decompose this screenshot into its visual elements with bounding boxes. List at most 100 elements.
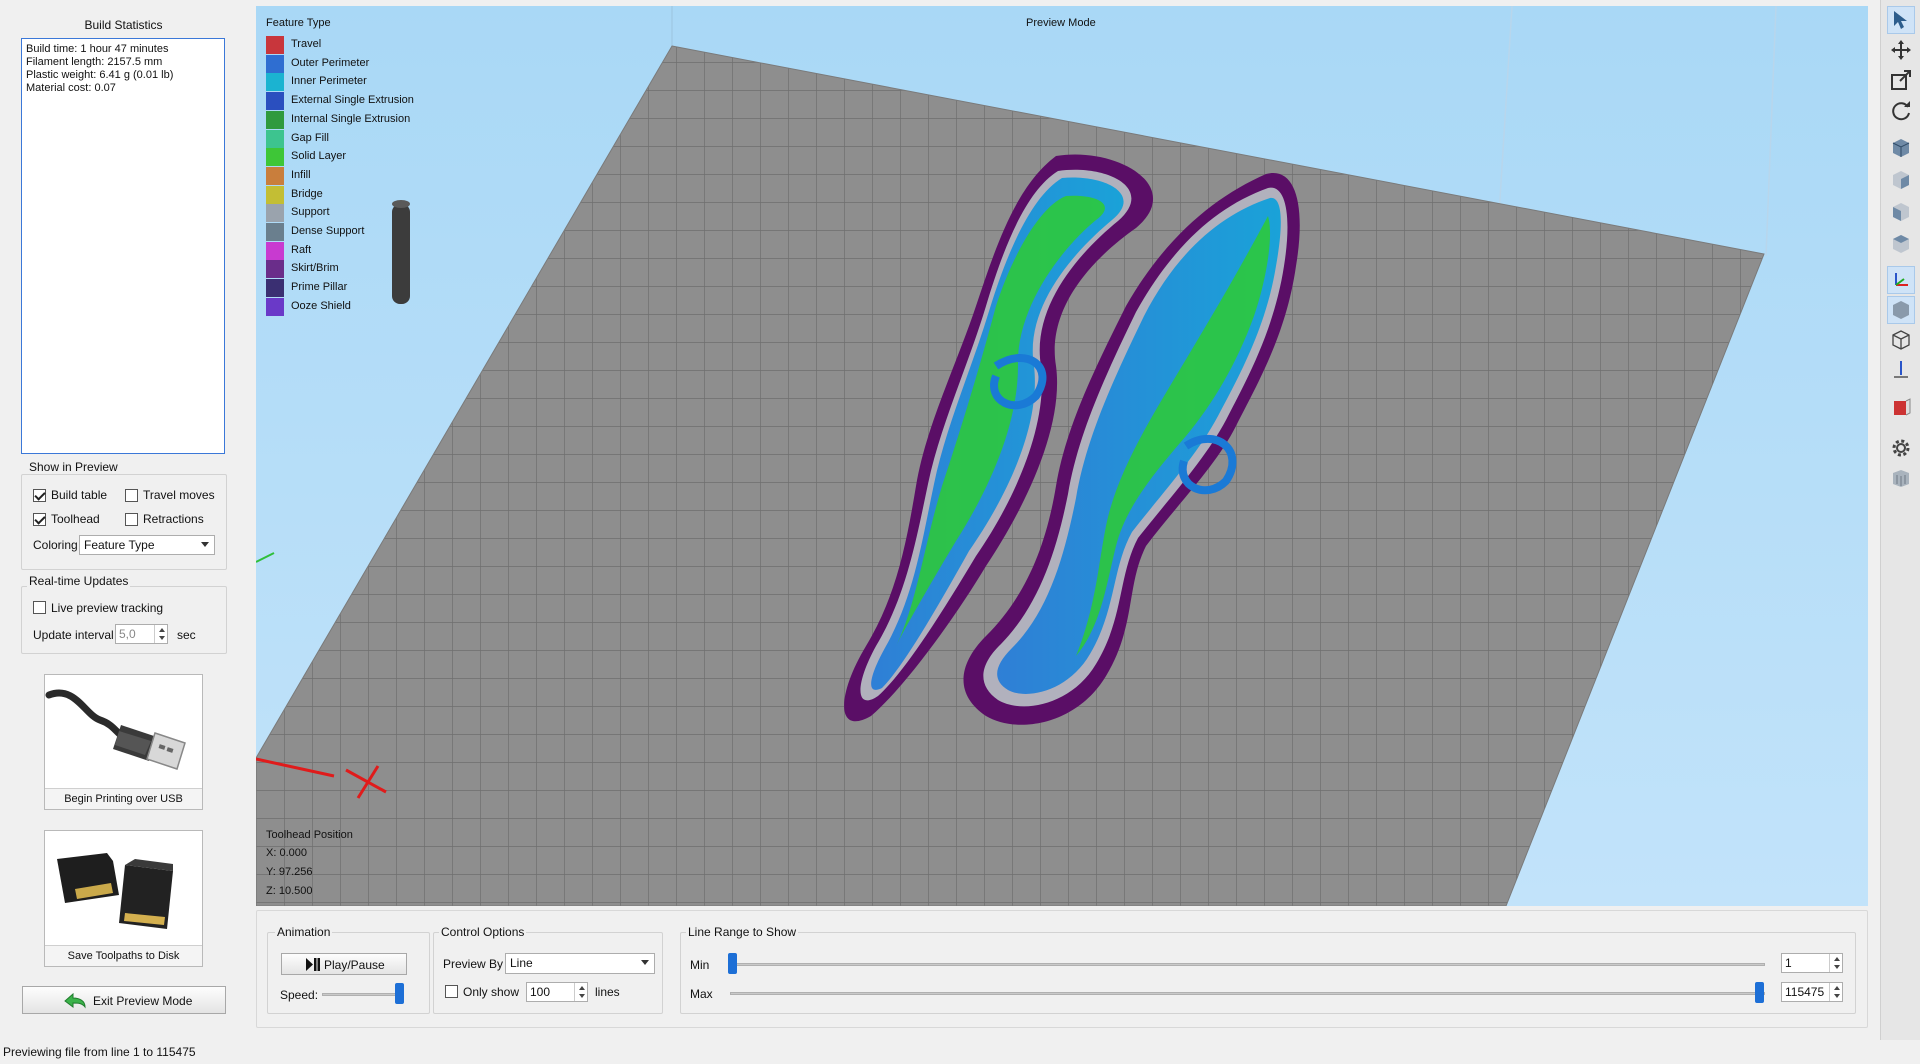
- select-cursor-icon[interactable]: [1887, 6, 1915, 34]
- legend-swatch: [266, 129, 284, 148]
- min-spinbox[interactable]: 1: [1781, 953, 1843, 973]
- max-slider[interactable]: [730, 992, 1765, 995]
- solid-view-icon[interactable]: [1887, 296, 1915, 324]
- update-interval-label: Update interval: [33, 628, 114, 642]
- live-preview-tracking-label: Live preview tracking: [51, 601, 164, 615]
- view-top-icon[interactable]: [1887, 230, 1915, 258]
- legend-swatch: [266, 148, 284, 167]
- legend-label: Bridge: [291, 187, 323, 200]
- spin-down-icon[interactable]: [1834, 994, 1840, 998]
- update-interval-unit: sec: [177, 628, 196, 642]
- coloring-select[interactable]: Feature Type: [79, 535, 215, 555]
- begin-printing-usb-button[interactable]: Begin Printing over USB: [44, 674, 203, 810]
- legend-label: Prime Pillar: [291, 281, 348, 294]
- update-interval-spinbox[interactable]: 5,0: [115, 624, 168, 644]
- z-axis-icon[interactable]: [1887, 356, 1915, 384]
- legend-label: Infill: [291, 168, 311, 181]
- 3d-viewport[interactable]: Preview Mode Feature Type Travel Outer Pe…: [256, 6, 1868, 906]
- legend-swatch: [266, 166, 284, 185]
- legend-swatch: [266, 54, 284, 73]
- min-value: 1: [1785, 956, 1792, 970]
- travel-moves-checkbox[interactable]: [125, 489, 138, 502]
- legend-title: Feature Type: [266, 17, 331, 29]
- min-slider[interactable]: [730, 963, 1765, 966]
- toolhead-z: Z: 10.500: [266, 885, 313, 897]
- scale-icon[interactable]: [1887, 66, 1915, 94]
- spin-up-icon[interactable]: [1834, 957, 1840, 961]
- exit-preview-mode-label: Exit Preview Mode: [93, 994, 193, 1008]
- preview-mode-title: Preview Mode: [1026, 17, 1096, 29]
- spin-up-icon[interactable]: [579, 986, 585, 990]
- legend-label: Ooze Shield: [291, 299, 351, 312]
- legend-swatch: [266, 73, 284, 92]
- save-toolpaths-button[interactable]: Save Toolpaths to Disk: [44, 830, 203, 967]
- legend-swatch: [266, 92, 284, 111]
- spin-up-icon[interactable]: [1834, 986, 1840, 990]
- legend-label: Travel: [291, 38, 322, 50]
- toolhead-label: Toolhead: [51, 512, 100, 526]
- speed-slider-handle[interactable]: [395, 983, 404, 1004]
- max-label: Max: [690, 987, 713, 1001]
- legend-label: Skirt/Brim: [291, 262, 339, 275]
- play-pause-button[interactable]: Play/Pause: [281, 953, 407, 975]
- build-plate-scene: [256, 6, 1777, 906]
- view-side-icon[interactable]: [1887, 198, 1915, 226]
- view-front-icon[interactable]: [1887, 166, 1915, 194]
- animation-title: Animation: [275, 925, 333, 939]
- spin-up-icon[interactable]: [159, 628, 165, 632]
- exit-preview-mode-button[interactable]: Exit Preview Mode: [22, 986, 226, 1014]
- min-slider-handle[interactable]: [728, 953, 737, 974]
- legend-label: Gap Fill: [291, 131, 329, 144]
- speed-slider[interactable]: [322, 993, 402, 996]
- retractions-label: Retractions: [143, 512, 204, 526]
- spin-down-icon[interactable]: [579, 994, 585, 998]
- build-table-checkbox[interactable]: [33, 489, 46, 502]
- only-show-checkbox[interactable]: [445, 985, 458, 998]
- legend-swatch: [266, 260, 284, 279]
- legend-label: External Single Extrusion: [291, 94, 414, 107]
- wireframe-view-icon[interactable]: [1887, 326, 1915, 354]
- build-plate-icon[interactable]: [1887, 464, 1915, 492]
- legend-swatch: [266, 204, 284, 223]
- legend-label: Raft: [291, 243, 312, 256]
- save-toolpaths-label: Save Toolpaths to Disk: [45, 945, 202, 966]
- stat-filament-length: Filament length: 2157.5 mm: [26, 56, 163, 68]
- usb-cable-icon: [45, 689, 186, 770]
- coloring-select-value: Feature Type: [84, 538, 155, 552]
- toolhead-x: X: 0.000: [266, 847, 307, 859]
- status-bar: Previewing file from line 1 to 115475: [3, 1045, 196, 1059]
- legend-label: Inner Perimeter: [291, 75, 367, 88]
- only-show-spinbox[interactable]: 100: [526, 982, 588, 1002]
- legend-swatch: [266, 297, 284, 316]
- travel-moves-label: Travel moves: [143, 488, 215, 502]
- toolhead-checkbox[interactable]: [33, 513, 46, 526]
- chevron-down-icon: [201, 542, 209, 547]
- only-show-label: Only show: [463, 985, 520, 999]
- max-slider-handle[interactable]: [1755, 982, 1764, 1003]
- max-spinbox[interactable]: 115475: [1781, 982, 1843, 1002]
- legend-swatch: [266, 185, 284, 204]
- spin-down-icon[interactable]: [1834, 965, 1840, 969]
- stat-plastic-weight: Plastic weight: 6.41 g (0.01 lb): [26, 69, 174, 81]
- retractions-checkbox[interactable]: [125, 513, 138, 526]
- coloring-label: Coloring: [33, 538, 78, 552]
- legend-swatch: [266, 110, 284, 129]
- show-in-preview-title: Show in Preview: [27, 460, 120, 474]
- axes-icon[interactable]: [1887, 266, 1915, 294]
- stat-build-time: Build time: 1 hour 47 minutes: [26, 43, 169, 55]
- line-range-title: Line Range to Show: [686, 925, 799, 939]
- settings-gear-icon[interactable]: [1887, 434, 1915, 462]
- play-pause-label: Play/Pause: [324, 958, 385, 972]
- build-table-label: Build table: [51, 488, 108, 502]
- move-icon[interactable]: [1887, 36, 1915, 64]
- spin-down-icon[interactable]: [159, 636, 165, 640]
- legend-swatch: [266, 223, 284, 241]
- view-iso-icon[interactable]: [1887, 134, 1915, 162]
- section-view-icon[interactable]: [1887, 394, 1915, 422]
- rotate-icon[interactable]: [1887, 96, 1915, 124]
- chevron-down-icon: [641, 960, 649, 965]
- legend-label: Solid Layer: [291, 150, 347, 163]
- preview-by-select[interactable]: Line: [505, 953, 655, 974]
- live-preview-tracking-checkbox[interactable]: [33, 601, 46, 614]
- sd-card-icon: [57, 853, 173, 929]
